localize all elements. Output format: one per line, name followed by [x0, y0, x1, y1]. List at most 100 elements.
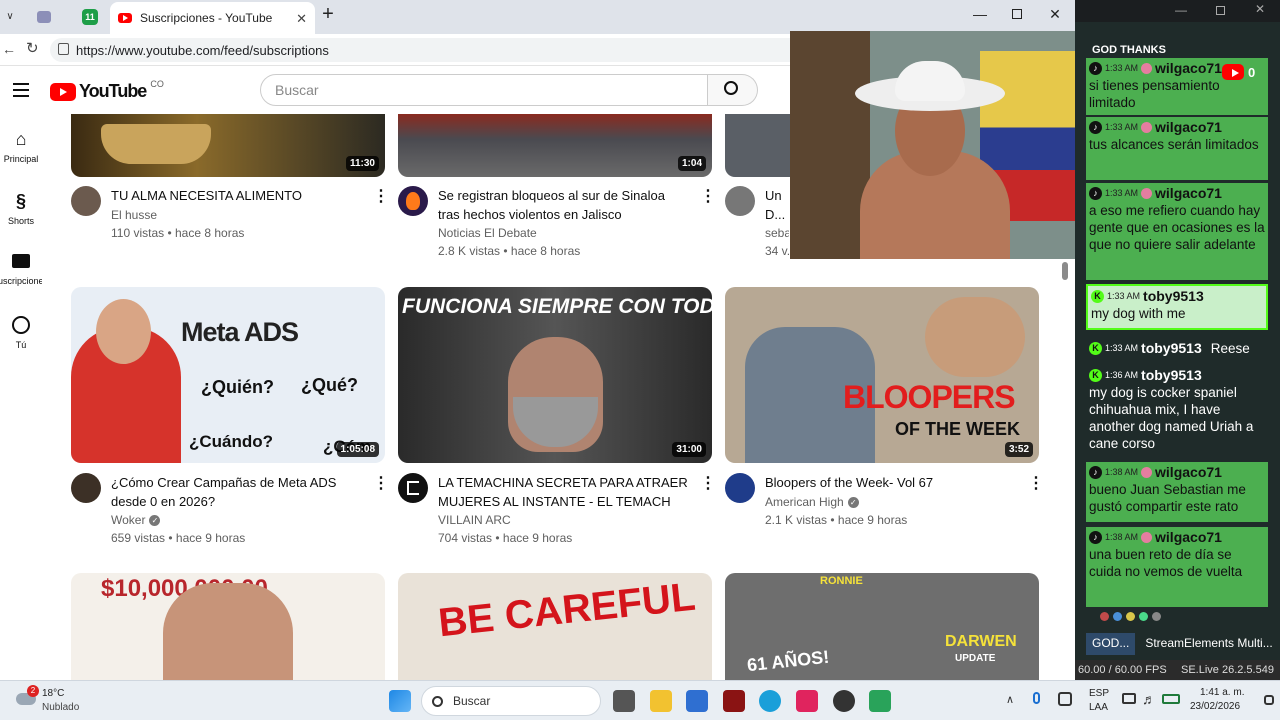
- video-thumbnail[interactable]: RONNIE 61 AÑOS! DARWEN UPDATE: [725, 573, 1039, 680]
- back-icon[interactable]: ←: [2, 42, 16, 56]
- tray-app-icon[interactable]: [1058, 692, 1072, 706]
- rail-item-shorts[interactable]: § Shorts: [0, 192, 42, 226]
- channel-name[interactable]: seba...: [765, 224, 789, 242]
- close-window-button[interactable]: ✕: [1041, 6, 1069, 28]
- channel-avatar[interactable]: [71, 473, 101, 503]
- message-text: Reese: [1210, 341, 1250, 356]
- rail-item-home[interactable]: ⌂ Principal: [0, 130, 42, 164]
- address-bar-row: ← ↻ https://www.youtube.com/feed/subscri…: [0, 34, 810, 66]
- channel-name[interactable]: Noticias El Debate: [438, 224, 537, 242]
- lang2[interactable]: LAA: [1089, 702, 1108, 713]
- maximize-icon[interactable]: [1216, 6, 1225, 15]
- more-options-icon[interactable]: ⋮: [373, 186, 389, 206]
- channel-avatar[interactable]: [398, 186, 428, 216]
- channel-name[interactable]: Woker ✓: [111, 511, 161, 529]
- thumb-text: ¿Quién?: [201, 377, 274, 397]
- minimize-button[interactable]: —: [966, 6, 994, 28]
- more-options-icon[interactable]: ⋮: [700, 186, 716, 206]
- clock-date[interactable]: 23/02/2026: [1190, 701, 1240, 712]
- edge-icon[interactable]: [759, 690, 781, 712]
- channel-avatar[interactable]: [71, 186, 101, 216]
- message-user: toby9513: [1141, 340, 1202, 356]
- emoji-icon: [1126, 612, 1135, 621]
- video-thumbnail[interactable]: $10,000,000.00: [71, 573, 385, 680]
- channel-avatar[interactable]: [725, 186, 755, 216]
- video-title[interactable]: ¿Cómo Crear Campañas de Meta ADS desde 0…: [111, 473, 361, 511]
- menu-button[interactable]: [13, 83, 29, 97]
- browser-tab-1[interactable]: [26, 5, 62, 29]
- channel-avatar[interactable]: [398, 473, 428, 503]
- video-title[interactable]: Un D... Mia...: [765, 186, 789, 224]
- message-time: 1:36 AM: [1105, 370, 1139, 380]
- channel-name[interactable]: VILLAIN ARC: [438, 511, 511, 529]
- weather-widget[interactable]: 2 18°C Nublado: [16, 685, 106, 715]
- battery-icon[interactable]: [1162, 694, 1180, 704]
- video-title[interactable]: LA TEMACHINA SECRETA PARA ATRAER MUJERES…: [438, 473, 693, 511]
- reload-icon[interactable]: ↻: [26, 41, 39, 56]
- more-options-icon[interactable]: ⋮: [1028, 473, 1044, 493]
- rail-item-you[interactable]: Tú: [0, 316, 42, 350]
- close-icon[interactable]: ✕: [296, 12, 307, 25]
- video-title[interactable]: Bloopers of the Week- Vol 67: [765, 473, 1015, 492]
- youtube-play-icon: [50, 82, 76, 101]
- video-title[interactable]: Se registran bloqueos al sur de Sinaloa …: [438, 186, 688, 224]
- chat-tab[interactable]: StreamElements Multi...: [1141, 633, 1274, 655]
- chat-message: ♪ 1:33 AM wilgaco71 a eso me refiero cuand…: [1086, 183, 1268, 280]
- start-button[interactable]: [389, 690, 411, 712]
- video-thumbnail[interactable]: Meta ADS ¿Quién? ¿Qué? ¿Cuándo? ¿Cóm 1:0…: [71, 287, 385, 463]
- search-input[interactable]: Buscar: [260, 74, 708, 106]
- chevron-up-icon[interactable]: ∧: [1006, 693, 1014, 706]
- video-stats: 2.8 K vistas • hace 8 horas: [438, 244, 581, 258]
- taskbar-search[interactable]: Buscar: [421, 686, 601, 716]
- page-scrollbar[interactable]: [1062, 262, 1068, 280]
- tab-list-button[interactable]: ∨: [0, 5, 20, 29]
- url-field[interactable]: https://www.youtube.com/feed/subscriptio…: [50, 38, 810, 62]
- rail-item-subscriptions[interactable]: Suscripciones: [0, 254, 42, 286]
- display-icon[interactable]: [1122, 693, 1136, 704]
- channel-name[interactable]: American High ✓: [765, 493, 859, 511]
- store-icon[interactable]: [686, 690, 708, 712]
- emoji-icon: [1100, 612, 1109, 621]
- video-thumbnail[interactable]: 1:04: [398, 114, 712, 177]
- channel-name[interactable]: El husse: [111, 206, 157, 224]
- notifications-icon[interactable]: [1264, 695, 1274, 705]
- channel-avatar[interactable]: [725, 473, 755, 503]
- more-options-icon[interactable]: ⋮: [373, 473, 389, 493]
- chevron-down-icon: ∨: [6, 11, 14, 22]
- video-thumbnail[interactable]: FUNCIONA SIEMPRE CON TODAS 31:00: [398, 287, 712, 463]
- video-thumbnail[interactable]: [725, 114, 790, 177]
- streamelements-icon[interactable]: [869, 690, 891, 712]
- microphone-icon[interactable]: [1033, 692, 1040, 704]
- search-button[interactable]: [708, 74, 758, 106]
- maximize-button[interactable]: [1003, 6, 1031, 28]
- shorts-icon: §: [15, 191, 26, 211]
- youtube-favicon-icon: [118, 13, 132, 23]
- youtube-logo[interactable]: YouTube CO: [50, 79, 164, 102]
- bunk-bed-image: [790, 31, 870, 259]
- obs-icon[interactable]: [833, 690, 855, 712]
- chat-tab[interactable]: GOD...: [1086, 633, 1136, 655]
- tiktok-live-icon[interactable]: [796, 690, 818, 712]
- app-icon[interactable]: [723, 690, 745, 712]
- new-tab-button[interactable]: +: [314, 3, 342, 25]
- duration-badge: 11:30: [345, 156, 379, 171]
- lang1[interactable]: ESP: [1089, 688, 1109, 699]
- close-icon[interactable]: ✕: [1255, 2, 1265, 16]
- browser-tab-active[interactable]: Suscripciones - YouTube ✕: [110, 2, 315, 34]
- video-thumbnail[interactable]: BE CAREFUL: [398, 573, 712, 680]
- badge-icon: [1141, 188, 1153, 199]
- browser-tab-2[interactable]: 11: [72, 5, 108, 29]
- more-options-icon[interactable]: ⋮: [700, 473, 716, 493]
- duration-badge: 31:00: [672, 442, 706, 457]
- file-explorer-icon[interactable]: [650, 690, 672, 712]
- site-info-icon[interactable]: [58, 43, 69, 55]
- video-thumbnail[interactable]: BLOOPERS OF THE WEEK 3:52: [725, 287, 1039, 463]
- task-view-icon[interactable]: [613, 690, 635, 712]
- clock-time[interactable]: 1:41 a. m.: [1200, 687, 1244, 698]
- minimize-icon[interactable]: —: [1175, 3, 1187, 17]
- volume-icon[interactable]: ♬: [1142, 691, 1156, 707]
- message-text: tus alcances serán limitados: [1089, 137, 1259, 152]
- video-thumbnail[interactable]: 11:30: [71, 114, 385, 177]
- video-title[interactable]: TU ALMA NECESITA ALIMENTO: [111, 186, 361, 205]
- message-header: ♪ 1:38 AM wilgaco71: [1089, 529, 1265, 546]
